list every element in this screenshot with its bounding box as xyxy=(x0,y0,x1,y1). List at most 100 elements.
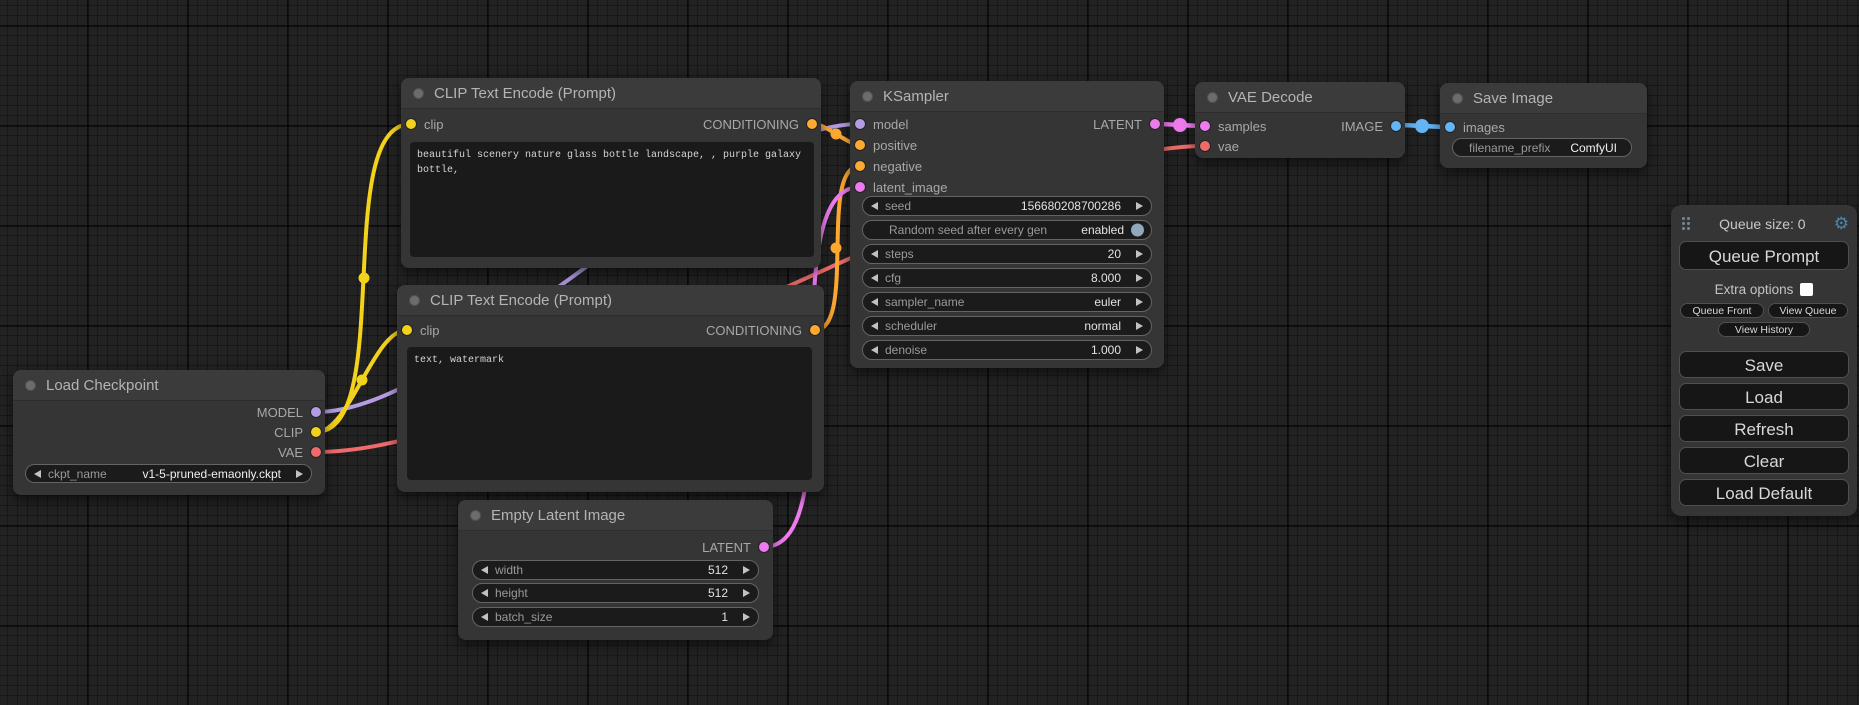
next-option-icon[interactable] xyxy=(296,470,303,478)
widget-cfg[interactable]: cfg 8.000 xyxy=(862,268,1152,288)
node-empty-latent-image[interactable]: Empty Latent Image LATENT width 512 heig… xyxy=(458,500,773,640)
output-port-icon[interactable] xyxy=(1391,121,1401,131)
save-button[interactable]: Save xyxy=(1679,351,1849,378)
decrement-icon[interactable] xyxy=(871,202,878,210)
increment-icon[interactable] xyxy=(743,566,750,574)
widget-denoise[interactable]: denoise 1.000 xyxy=(862,340,1152,360)
decrement-icon[interactable] xyxy=(481,589,488,597)
node-clip-text-encode-negative[interactable]: CLIP Text Encode (Prompt) clip CONDITION… xyxy=(397,285,824,492)
node-graph-canvas[interactable]: CLIP Text Encode (Prompt) clip CONDITION… xyxy=(0,0,1859,705)
prev-option-icon[interactable] xyxy=(34,470,41,478)
increment-icon[interactable] xyxy=(1136,250,1143,258)
output-port-icon[interactable] xyxy=(759,542,769,552)
collapse-dot-icon[interactable] xyxy=(25,380,36,391)
next-option-icon[interactable] xyxy=(1136,322,1143,330)
output-latent[interactable]: LATENT xyxy=(1093,114,1160,134)
collapse-dot-icon[interactable] xyxy=(413,88,424,99)
node-title-bar[interactable]: KSampler xyxy=(850,81,1164,112)
toggle-dot-icon[interactable] xyxy=(1131,224,1144,237)
node-load-checkpoint[interactable]: Load Checkpoint MODEL CLIP VAE ckpt_name… xyxy=(13,370,325,495)
input-negative[interactable]: negative xyxy=(855,156,922,176)
input-port-icon[interactable] xyxy=(855,119,865,129)
output-clip[interactable]: CLIP xyxy=(274,422,321,442)
load-default-button[interactable]: Load Default xyxy=(1679,479,1849,506)
input-vae[interactable]: vae xyxy=(1200,136,1239,156)
collapse-dot-icon[interactable] xyxy=(1207,92,1218,103)
node-clip-text-encode-positive[interactable]: CLIP Text Encode (Prompt) clip CONDITION… xyxy=(401,78,821,268)
extra-options-checkbox[interactable] xyxy=(1800,283,1813,296)
increment-icon[interactable] xyxy=(1136,202,1143,210)
collapse-dot-icon[interactable] xyxy=(1452,93,1463,104)
next-option-icon[interactable] xyxy=(1136,298,1143,306)
node-ksampler[interactable]: KSampler model positive negative latent_… xyxy=(850,81,1164,368)
node-title-bar[interactable]: VAE Decode xyxy=(1195,82,1405,113)
widget-batch-size[interactable]: batch_size 1 xyxy=(472,607,759,627)
load-button[interactable]: Load xyxy=(1679,383,1849,410)
node-title-bar[interactable]: CLIP Text Encode (Prompt) xyxy=(401,78,821,109)
widget-sampler-name[interactable]: sampler_name euler xyxy=(862,292,1152,312)
output-port-icon[interactable] xyxy=(311,407,321,417)
decrement-icon[interactable] xyxy=(871,250,878,258)
comfy-menu-panel[interactable]: Queue size: 0 ⚙ Queue Prompt Extra optio… xyxy=(1671,205,1857,516)
output-model[interactable]: MODEL xyxy=(257,402,321,422)
prompt-textarea[interactable]: beautiful scenery nature glass bottle la… xyxy=(410,142,814,257)
increment-icon[interactable] xyxy=(1136,346,1143,354)
input-port-icon[interactable] xyxy=(1445,122,1455,132)
input-port-icon[interactable] xyxy=(855,182,865,192)
widget-random-seed-toggle[interactable]: Random seed after every gen enabled xyxy=(862,220,1152,240)
collapse-dot-icon[interactable] xyxy=(409,295,420,306)
output-latent[interactable]: LATENT xyxy=(702,537,769,557)
output-port-icon[interactable] xyxy=(807,119,817,129)
input-port-icon[interactable] xyxy=(855,140,865,150)
increment-icon[interactable] xyxy=(743,589,750,597)
node-title-bar[interactable]: Empty Latent Image xyxy=(458,500,773,531)
output-vae[interactable]: VAE xyxy=(278,442,321,462)
input-port-icon[interactable] xyxy=(1200,121,1210,131)
input-clip[interactable]: clip xyxy=(406,114,444,134)
drag-handle-icon[interactable] xyxy=(1681,216,1691,232)
prev-option-icon[interactable] xyxy=(871,322,878,330)
widget-height[interactable]: height 512 xyxy=(472,583,759,603)
decrement-icon[interactable] xyxy=(871,274,878,282)
input-images[interactable]: images xyxy=(1445,117,1505,137)
output-port-icon[interactable] xyxy=(1150,119,1160,129)
input-clip[interactable]: clip xyxy=(402,320,440,340)
decrement-icon[interactable] xyxy=(481,566,488,574)
output-image[interactable]: IMAGE xyxy=(1341,116,1401,136)
widget-width[interactable]: width 512 xyxy=(472,560,759,580)
widget-filename-prefix[interactable]: filename_prefix ComfyUI xyxy=(1452,138,1632,157)
widget-steps[interactable]: steps 20 xyxy=(862,244,1152,264)
input-port-icon[interactable] xyxy=(406,119,416,129)
widget-seed[interactable]: seed 156680208700286 xyxy=(862,196,1152,216)
settings-gear-icon[interactable]: ⚙ xyxy=(1834,216,1849,233)
prompt-textarea[interactable]: text, watermark xyxy=(407,347,812,480)
input-port-icon[interactable] xyxy=(855,161,865,171)
increment-icon[interactable] xyxy=(743,613,750,621)
view-history-button[interactable]: View History xyxy=(1718,322,1810,337)
node-title-bar[interactable]: Save Image xyxy=(1440,83,1647,114)
input-positive[interactable]: positive xyxy=(855,135,917,155)
node-save-image[interactable]: Save Image images filename_prefix ComfyU… xyxy=(1440,83,1647,168)
input-port-icon[interactable] xyxy=(1200,141,1210,151)
widget-scheduler[interactable]: scheduler normal xyxy=(862,316,1152,336)
refresh-button[interactable]: Refresh xyxy=(1679,415,1849,442)
clear-button[interactable]: Clear xyxy=(1679,447,1849,474)
output-port-icon[interactable] xyxy=(810,325,820,335)
node-title-bar[interactable]: CLIP Text Encode (Prompt) xyxy=(397,285,824,316)
output-conditioning[interactable]: CONDITIONING xyxy=(706,320,820,340)
view-queue-button[interactable]: View Queue xyxy=(1768,303,1848,318)
decrement-icon[interactable] xyxy=(481,613,488,621)
prev-option-icon[interactable] xyxy=(871,298,878,306)
collapse-dot-icon[interactable] xyxy=(470,510,481,521)
input-samples[interactable]: samples xyxy=(1200,116,1266,136)
decrement-icon[interactable] xyxy=(871,346,878,354)
increment-icon[interactable] xyxy=(1136,274,1143,282)
input-latent-image[interactable]: latent_image xyxy=(855,177,947,197)
node-title-bar[interactable]: Load Checkpoint xyxy=(13,370,325,401)
collapse-dot-icon[interactable] xyxy=(862,91,873,102)
input-model[interactable]: model xyxy=(855,114,908,134)
input-port-icon[interactable] xyxy=(402,325,412,335)
queue-front-button[interactable]: Queue Front xyxy=(1680,303,1764,318)
output-port-icon[interactable] xyxy=(311,427,321,437)
output-port-icon[interactable] xyxy=(311,447,321,457)
